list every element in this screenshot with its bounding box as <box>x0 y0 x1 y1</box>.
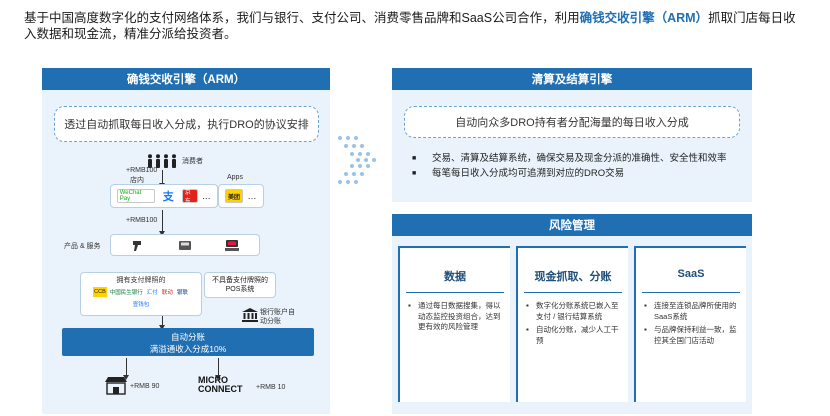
auto-settle-bar: 自动分账 满溢通收入分成10% <box>62 328 314 356</box>
risk-card-item: 数字化分账系统已嵌入至支付 / 银行结算系统 <box>524 301 622 322</box>
clearing-description: 自动向众多DRO持有者分配海量的每日收入分成 <box>404 106 740 138</box>
clearing-bullets: 交易、清算及结算系统，确保交易及现金分派的准确性、安全性和效率 每笔每日收入分成… <box>410 152 740 182</box>
scanner-icon <box>133 240 142 251</box>
card-terminal-icon <box>178 240 191 250</box>
huifu-logo: 汇付 <box>146 290 158 296</box>
risk-card-title: SaaS <box>677 268 705 280</box>
intro-part1: 基于中国高度数字化的支付网络体系，我们与银行、支付公司、消费零售品牌和SaaS公… <box>24 11 580 25</box>
arm-description: 透过自动抓取每日收入分成，执行DRO的协议安排 <box>54 106 319 142</box>
rmb10-label: +RMB 10 <box>256 384 286 391</box>
consumers-label: 消费者 <box>182 158 203 165</box>
meituan-logo: 美团 <box>225 189 243 203</box>
arm-panel: 确钱交收引擎（ARM） 透过自动抓取每日收入分成，执行DRO的协议安排 消费者 … <box>42 68 330 414</box>
card-divider <box>524 292 622 293</box>
flow-arrow-mc <box>215 358 221 380</box>
more-apps-icon: … <box>247 189 257 203</box>
products-label: 产品 & 服务 <box>64 243 101 250</box>
licensed-payment-group: 拥有支付牌照的 CCB 中国民生银行 汇付 联动 银联 壹钱包 <box>80 272 202 316</box>
microconnect-logo: MICRO CONNECT <box>198 376 243 394</box>
bank-logos: CCB 中国民生银行 汇付 联动 银联 壹钱包 <box>84 287 198 309</box>
card-divider <box>642 292 740 293</box>
pos-devices-group <box>110 234 260 256</box>
intro-highlight: 确钱交收引擎（ARM） <box>579 11 709 25</box>
ccb-logo: CCB <box>93 287 107 297</box>
card-divider <box>406 292 504 293</box>
apps-group: 美团 … <box>218 184 264 208</box>
alipay-logo: 支 <box>158 189 179 203</box>
risk-card-cash: 现金抓取、分账 数字化分账系统已嵌入至支付 / 银行结算系统 自动化分账，减少人… <box>516 246 628 402</box>
clearing-panel: 清算及结算引擎 自动向众多DRO持有者分配海量的每日收入分成 交易、清算及结算系… <box>392 68 752 202</box>
unlicensed-pos-group: 不具备支付牌照的POS系统 <box>204 272 276 298</box>
wechat-pay-logo: WeChat Pay <box>116 189 155 203</box>
rmb90-label: +RMB 90 <box>130 383 160 390</box>
flow-arrow-1 <box>159 170 165 188</box>
risk-panel: 风险管理 数据 通过每日数据搜集，得以动态监控投资组合，达到更有效的风险管理 现… <box>392 214 752 414</box>
risk-card-item: 自动化分账，减少人工干预 <box>524 325 622 346</box>
auto-settle-subtitle: 满溢通收入分成10% <box>149 344 227 354</box>
flow-arrow-2 <box>159 210 165 236</box>
licensed-label: 拥有支付牌照的 <box>116 277 166 284</box>
shop-icon <box>105 377 127 395</box>
risk-panel-title: 风险管理 <box>392 214 752 236</box>
yiqianbao-logo: 壹钱包 <box>132 302 150 308</box>
risk-cards: 数据 通过每日数据搜集，得以动态监控投资组合，达到更有效的风险管理 现金抓取、分… <box>398 246 746 404</box>
rmb100-mid-label: +RMB100 <box>126 217 158 224</box>
risk-card-saas: SaaS 连接至连锁品牌所使用的SaaS系统 与品牌保持利益一致，监控其全国门店… <box>634 246 746 402</box>
more-payment-icon: … <box>201 189 212 203</box>
instore-payment-group: WeChat Pay 支 京东 … <box>110 184 218 208</box>
risk-card-item: 连接至连锁品牌所使用的SaaS系统 <box>642 301 740 322</box>
clearing-bullet: 每笔每日收入分成均可追溯到对应的DRO交易 <box>410 167 740 180</box>
flow-arrow-3 <box>159 316 165 330</box>
risk-card-title: 数据 <box>444 271 466 283</box>
bank-auto-label: 银行账户自动分账 <box>260 309 295 325</box>
liandong-logo: 联动 <box>161 290 173 296</box>
auto-settle-title: 自动分账 <box>170 332 205 342</box>
pos-register-icon <box>224 239 239 251</box>
apps-label: Apps <box>227 174 243 181</box>
rmb100-top-label: +RMB100 <box>126 167 158 174</box>
flow-arrow-merchant <box>123 358 129 380</box>
clearing-bullet: 交易、清算及结算系统，确保交易及现金分派的准确性、安全性和效率 <box>410 152 740 165</box>
jd-pay-logo: 京东 <box>181 189 198 205</box>
unionpay-logo: 银联 <box>176 290 188 296</box>
risk-card-item: 与品牌保持利益一致，监控其全国门店活动 <box>642 325 740 346</box>
dotted-arrow-icon <box>338 136 376 184</box>
intro-text: 基于中国高度数字化的支付网络体系，我们与银行、支付公司、消费零售品牌和SaaS公… <box>24 10 804 42</box>
arm-panel-title: 确钱交收引擎（ARM） <box>42 68 330 90</box>
cmbc-logo: 中国民生银行 <box>109 290 143 296</box>
risk-card-data: 数据 通过每日数据搜集，得以动态监控投资组合，达到更有效的风险管理 <box>398 246 510 402</box>
risk-card-title: 现金抓取、分账 <box>534 271 612 283</box>
risk-card-item: 通过每日数据搜集，得以动态监控投资组合，达到更有效的风险管理 <box>406 301 504 333</box>
bank-icon <box>242 308 258 322</box>
mc-line2: CONNECT <box>198 384 243 394</box>
clearing-panel-title: 清算及结算引擎 <box>392 68 752 90</box>
